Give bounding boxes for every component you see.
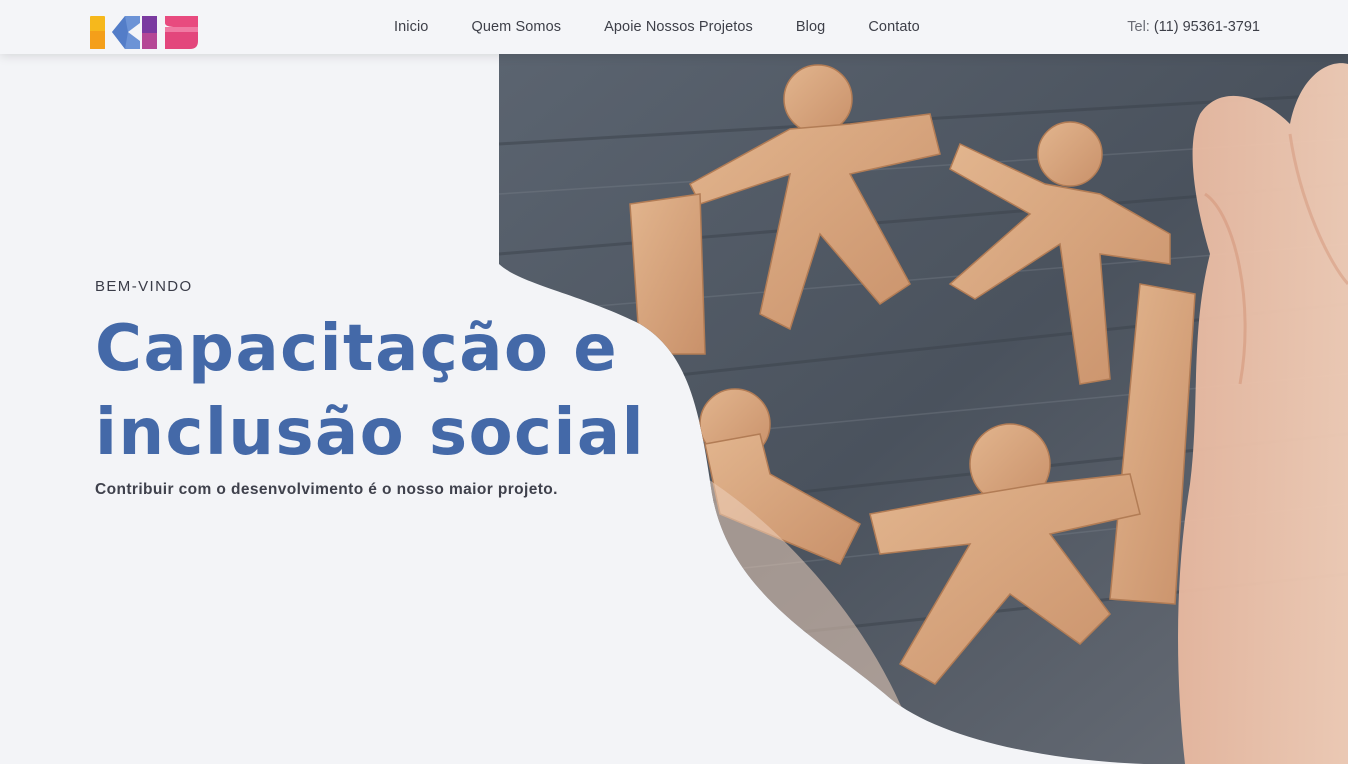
- nav-inicio-link[interactable]: Inicio: [394, 19, 428, 35]
- hero-headline: Capacitação e inclusão social: [95, 307, 645, 475]
- nav-quem-somos-link[interactable]: Quem Somos: [471, 19, 561, 35]
- site-header: Inicio Quem Somos Apoie Nossos Projetos …: [0, 0, 1348, 54]
- phone-contact[interactable]: Tel: (11) 95361-3791: [1127, 0, 1260, 54]
- icis-logo[interactable]: [90, 15, 200, 49]
- phone-number[interactable]: (11) 95361-3791: [1154, 19, 1260, 35]
- nav-blog-link[interactable]: Blog: [796, 19, 825, 35]
- phone-label: Tel:: [1127, 19, 1150, 35]
- hero-text: BEM-VINDO Capacitação e inclusão social …: [95, 278, 645, 499]
- nav-apoie-projetos-link[interactable]: Apoie Nossos Projetos: [604, 19, 753, 35]
- hero-subline: Contribuir com o desenvolvimento é o nos…: [95, 481, 558, 498]
- headline-line-1: Capacitação e: [95, 312, 619, 386]
- nav-contato-link[interactable]: Contato: [868, 19, 920, 35]
- hero-eyebrow: BEM-VINDO: [95, 278, 193, 295]
- headline-line-2: inclusão social: [95, 396, 646, 470]
- main-nav: Inicio Quem Somos Apoie Nossos Projetos …: [394, 0, 920, 54]
